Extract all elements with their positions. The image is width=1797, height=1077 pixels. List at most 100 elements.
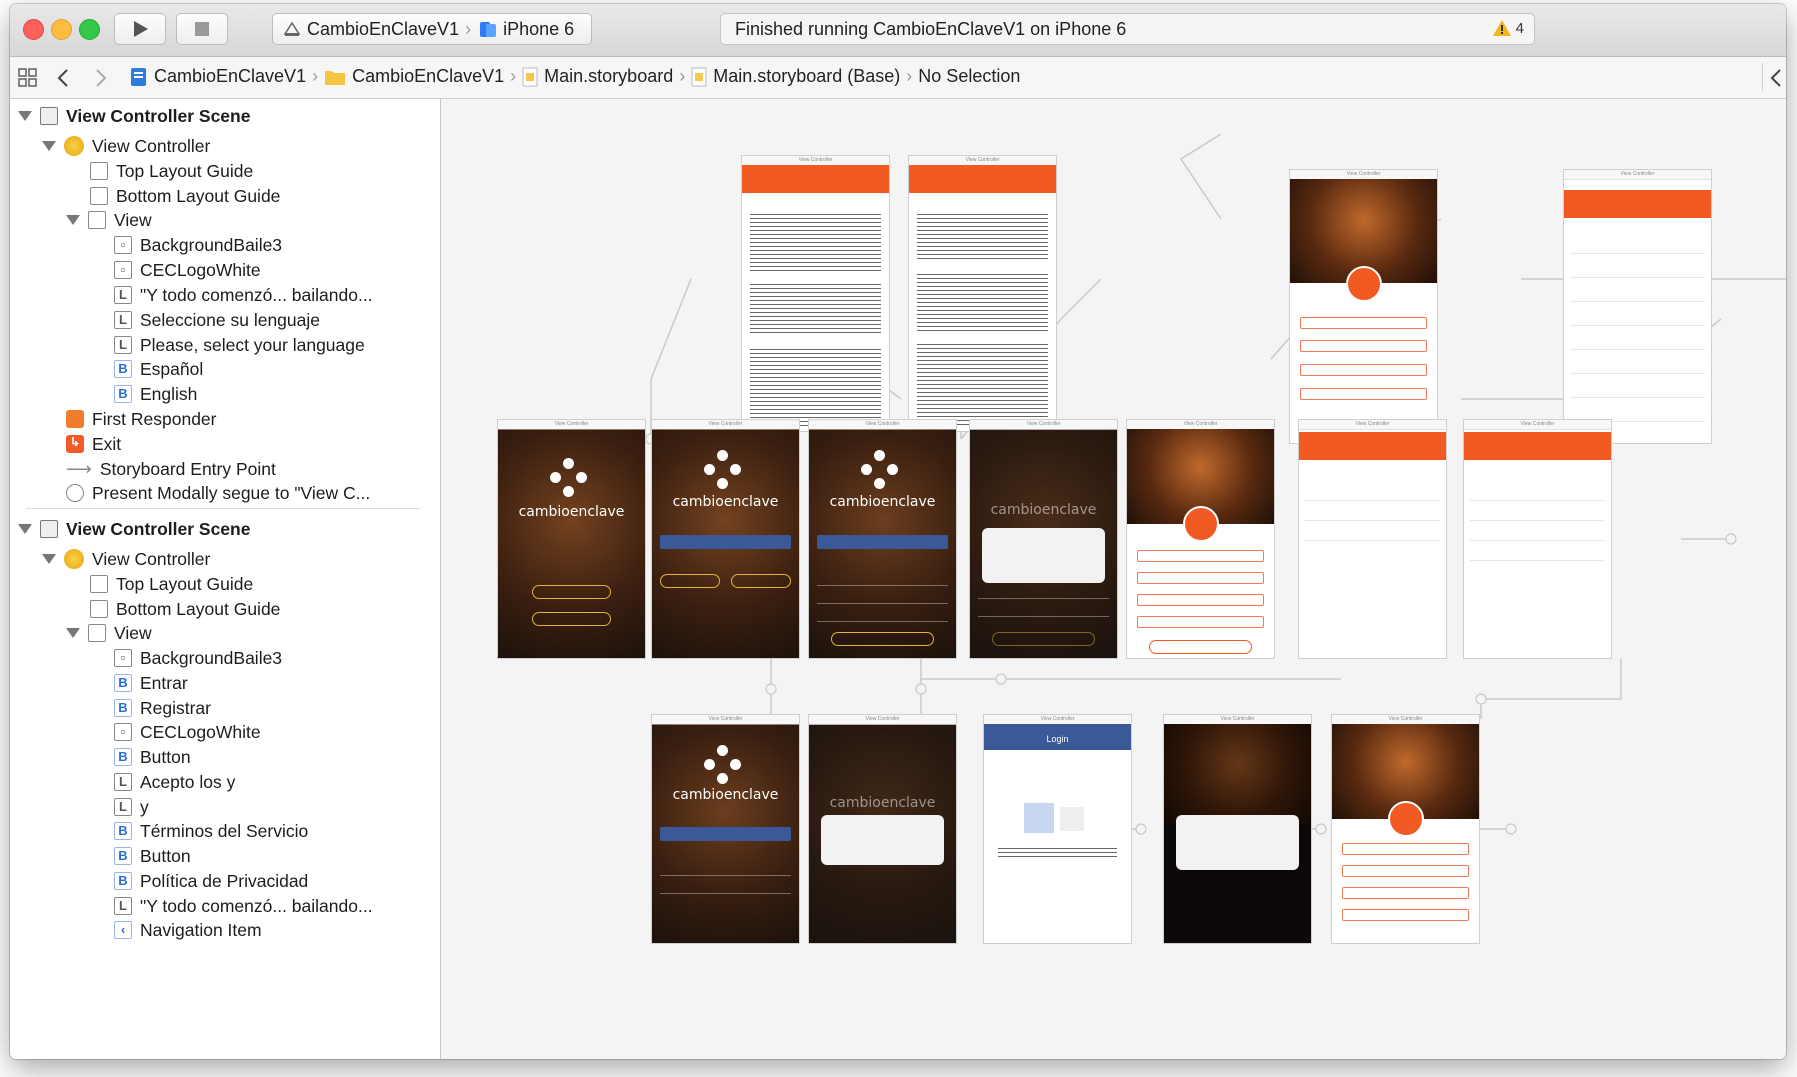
stop-button[interactable] <box>176 13 228 45</box>
related-items-grid-icon[interactable] <box>18 68 38 88</box>
login-screen[interactable]: View Controller cambioenclave <box>808 419 957 659</box>
login-button[interactable] <box>992 632 1095 646</box>
espanol-button[interactable] <box>532 585 611 599</box>
form-field[interactable] <box>1137 550 1264 562</box>
outline-item[interactable]: ▫ BackgroundBaile3 <box>114 232 282 258</box>
form-field[interactable] <box>1137 572 1264 584</box>
first-responder-row[interactable]: First Responder <box>66 406 217 432</box>
warnings-indicator[interactable]: 4 <box>1492 19 1524 37</box>
outline-item[interactable]: L "Y todo comenzó... bailando... <box>114 282 373 308</box>
welcome-screen-alt[interactable]: View Controller cambioenclave <box>651 714 800 944</box>
avatar[interactable] <box>1346 266 1382 302</box>
exit-row[interactable]: ↳ Exit <box>66 431 121 457</box>
form-field[interactable] <box>1342 887 1469 899</box>
breadcrumb-selection[interactable]: No Selection <box>918 66 1020 87</box>
welcome-screen[interactable]: View Controller cambioenclave <box>651 419 800 659</box>
form-field[interactable] <box>1300 340 1427 352</box>
form-field[interactable] <box>1300 317 1427 329</box>
register-form-screen[interactable]: View Controller <box>1289 169 1438 444</box>
entry-point-row[interactable]: ⟶ Storyboard Entry Point <box>66 456 276 482</box>
top-layout-guide-row[interactable]: Top Layout Guide <box>90 158 253 184</box>
outline-item[interactable]: L Acepto los y <box>114 769 235 795</box>
zoom-window-button[interactable] <box>79 19 100 40</box>
disclosure-triangle-icon[interactable] <box>66 628 80 638</box>
profile-edit-screen[interactable]: View Controller <box>1331 714 1480 944</box>
assistant-chevron-icon[interactable] <box>1770 67 1782 89</box>
dialog-screen[interactable]: View Controller cambioenclave <box>808 714 957 944</box>
outline-item[interactable]: B Entrar <box>114 670 188 696</box>
terms-screen[interactable]: View Controller <box>741 155 890 432</box>
profile-alert-screen[interactable]: View Controller <box>1163 714 1312 944</box>
outline-item[interactable]: ‹ Navigation Item <box>114 917 262 943</box>
form-field[interactable] <box>1137 594 1264 606</box>
language-select-screen[interactable]: View Controller cambioenclave <box>497 419 646 659</box>
outline-item[interactable]: B English <box>114 381 197 407</box>
back-chevron-icon[interactable] <box>56 67 70 89</box>
disclosure-triangle-icon[interactable] <box>42 141 56 151</box>
form-field[interactable] <box>1342 843 1469 855</box>
outline-item[interactable]: B Español <box>114 356 203 382</box>
form-field[interactable] <box>1300 388 1427 400</box>
breadcrumb-project[interactable]: CambioEnClaveV1 <box>154 66 306 87</box>
outline-item[interactable]: B Términos del Servicio <box>114 818 308 844</box>
outline-item[interactable]: ▫ BackgroundBaile3 <box>114 645 282 671</box>
breadcrumb-storyboard-base[interactable]: Main.storyboard (Base) <box>713 66 900 87</box>
scene-row[interactable]: View Controller Scene <box>18 103 250 129</box>
facebook-login-button[interactable] <box>817 535 948 549</box>
avatar[interactable] <box>1183 506 1219 542</box>
forward-chevron-icon[interactable] <box>94 67 108 89</box>
alert-dialog[interactable] <box>1176 815 1299 870</box>
disclosure-triangle-icon[interactable] <box>66 215 80 225</box>
scene-row[interactable]: View Controller Scene <box>18 516 250 542</box>
outline-item[interactable]: L Please, select your language <box>114 332 365 358</box>
breadcrumb-group[interactable]: CambioEnClaveV1 <box>352 66 504 87</box>
view-row[interactable]: View <box>66 620 152 646</box>
close-window-button[interactable] <box>23 19 44 40</box>
alert-dialog[interactable] <box>982 528 1105 583</box>
outline-item[interactable]: L "Y todo comenzó... bailando... <box>114 893 373 919</box>
view-controller-row[interactable]: View Controller <box>42 133 210 159</box>
city-list-screen[interactable]: View Controller <box>1563 169 1712 444</box>
form-field[interactable] <box>1342 909 1469 921</box>
bottom-layout-guide-row[interactable]: Bottom Layout Guide <box>90 183 280 209</box>
outline-item[interactable]: B Button <box>114 744 191 770</box>
save-button[interactable] <box>1149 640 1252 654</box>
alert-dialog[interactable] <box>821 815 944 865</box>
login-alert-screen[interactable]: View Controller cambioenclave <box>969 419 1118 659</box>
outline-item[interactable]: L Seleccione su lenguaje <box>114 307 320 333</box>
storyboard-canvas[interactable]: View Controller View Controller View Con… <box>441 99 1786 1059</box>
segue-row[interactable]: Present Modally segue to "View C... <box>66 480 370 506</box>
login-button[interactable] <box>831 632 934 646</box>
profile-form-screen[interactable]: View Controller <box>1126 419 1275 659</box>
outline-item[interactable]: B Button <box>114 843 191 869</box>
entrar-button[interactable] <box>660 574 720 588</box>
outline-item[interactable]: Ly <box>114 794 149 820</box>
view-controller-row[interactable]: View Controller <box>42 546 210 572</box>
outline-item[interactable]: B Política de Privacidad <box>114 868 308 894</box>
run-button[interactable] <box>114 13 166 45</box>
top-layout-guide-row[interactable]: Top Layout Guide <box>90 571 253 597</box>
disclosure-triangle-icon[interactable] <box>18 524 32 534</box>
facebook-login-button[interactable] <box>660 535 791 549</box>
option-list-screen[interactable]: View Controller <box>1463 419 1612 659</box>
facebook-login-screen[interactable]: View Controller Login <box>983 714 1132 944</box>
minimize-window-button[interactable] <box>51 19 72 40</box>
view-row[interactable]: View <box>66 207 152 233</box>
scheme-selector[interactable]: CambioEnClaveV1 › iPhone 6 <box>272 13 592 45</box>
facebook-login-button[interactable] <box>660 827 791 841</box>
form-field[interactable] <box>1342 865 1469 877</box>
registrar-button[interactable] <box>731 574 791 588</box>
privacy-screen[interactable]: View Controller <box>908 155 1057 432</box>
outline-item[interactable]: ▫ CECLogoWhite <box>114 257 261 283</box>
breadcrumb-storyboard[interactable]: Main.storyboard <box>544 66 673 87</box>
gender-list-screen[interactable]: View Controller <box>1298 419 1447 659</box>
bottom-layout-guide-row[interactable]: Bottom Layout Guide <box>90 596 280 622</box>
outline-item[interactable]: B Registrar <box>114 695 211 721</box>
disclosure-triangle-icon[interactable] <box>42 554 56 564</box>
english-button[interactable] <box>532 612 611 626</box>
avatar[interactable] <box>1388 801 1424 837</box>
disclosure-triangle-icon[interactable] <box>18 111 32 121</box>
form-field[interactable] <box>1137 616 1264 628</box>
form-field[interactable] <box>1300 364 1427 376</box>
outline-item[interactable]: ▫ CECLogoWhite <box>114 719 261 745</box>
